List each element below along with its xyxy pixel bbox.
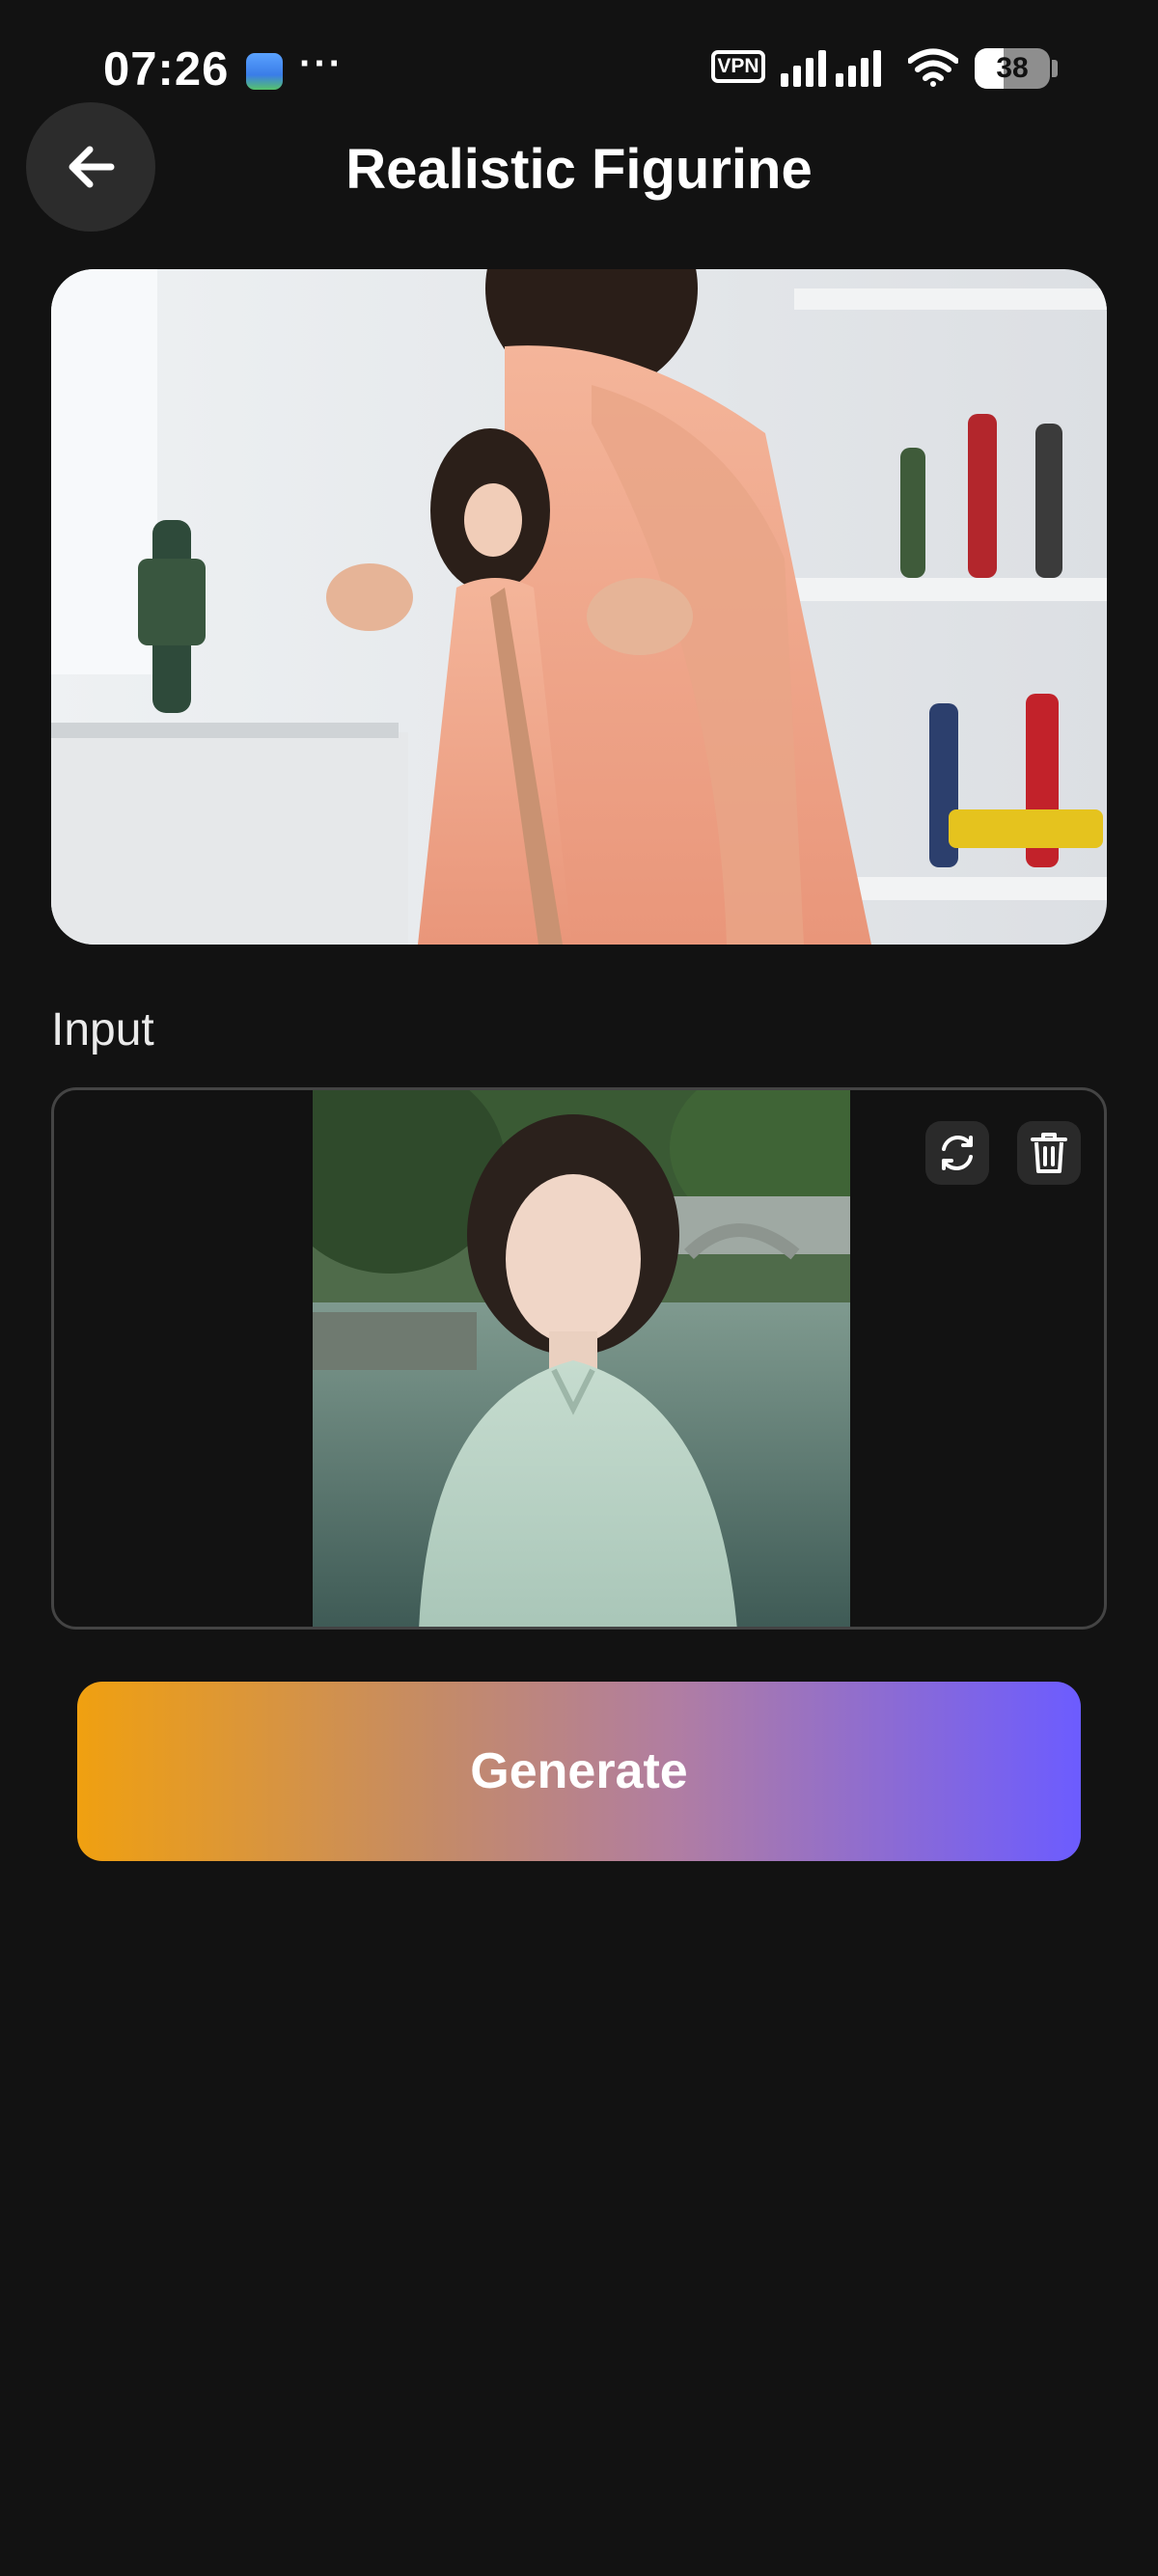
refresh-icon (942, 1135, 973, 1171)
signal-icon-2 (836, 50, 881, 87)
trash-icon (1031, 1133, 1067, 1173)
app-notification-icon (246, 53, 283, 90)
wifi-icon (908, 48, 958, 87)
vpn-icon: VPN (711, 50, 765, 83)
input-panel[interactable] (51, 1087, 1107, 1630)
status-time: 07:26 (103, 43, 230, 96)
delete-button[interactable] (1017, 1121, 1081, 1185)
more-notifications-icon: ··· (299, 42, 344, 85)
battery-percent: 38 (996, 52, 1029, 84)
generate-button[interactable]: Generate (77, 1682, 1081, 1861)
page-title: Realistic Figurine (345, 138, 813, 201)
example-image (51, 269, 1107, 945)
input-photo (274, 1090, 882, 1627)
status-bar: 07:26 ··· VPN 38 (0, 0, 1158, 135)
battery-tip (1052, 60, 1058, 77)
refresh-button[interactable] (925, 1121, 989, 1185)
input-label: Input (51, 1004, 154, 1055)
battery-icon: 38 (975, 48, 1050, 89)
signal-icon (781, 50, 826, 87)
